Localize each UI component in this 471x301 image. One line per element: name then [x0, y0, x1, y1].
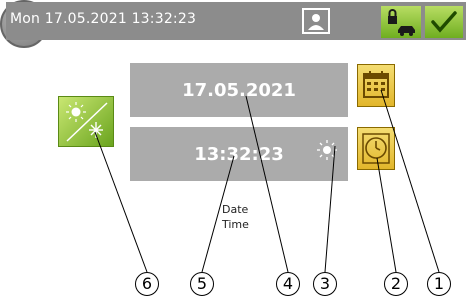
callout-6: 6	[135, 272, 159, 296]
date-time-caption: Date Time	[222, 202, 249, 232]
time-label: Time	[222, 218, 249, 231]
check-icon	[431, 11, 457, 33]
lock-car-icon	[388, 9, 415, 36]
callout-2: 2	[384, 272, 408, 296]
callout-3: 3	[313, 272, 337, 296]
callout-1: 1	[427, 272, 451, 296]
date-value: 17.05.2021	[182, 80, 296, 101]
sun-snowflake-icon	[66, 102, 108, 142]
date-time-screen: Mon 17.05.2021 13:32:23 17.05.2021 13:32…	[0, 0, 471, 301]
summer-winter-time-button[interactable]	[58, 96, 114, 147]
date-field[interactable]: 17.05.2021	[130, 63, 348, 117]
clock-icon	[362, 133, 390, 164]
clock-button[interactable]	[357, 127, 395, 170]
sun-icon	[317, 140, 337, 160]
callout-5: 5	[190, 272, 214, 296]
user-icon	[308, 14, 324, 30]
header-datetime: Mon 17.05.2021 13:32:23	[10, 11, 197, 27]
callout-4: 4	[276, 272, 300, 296]
confirm-button[interactable]	[425, 6, 463, 38]
date-label: Date	[222, 203, 249, 216]
user-button[interactable]	[302, 8, 330, 34]
time-field[interactable]: 13:32:23	[130, 127, 348, 181]
calendar-icon	[363, 71, 389, 98]
status-bar: Mon 17.05.2021 13:32:23	[6, 2, 466, 40]
calendar-button[interactable]	[357, 64, 395, 107]
lock-car-button[interactable]	[381, 6, 421, 38]
